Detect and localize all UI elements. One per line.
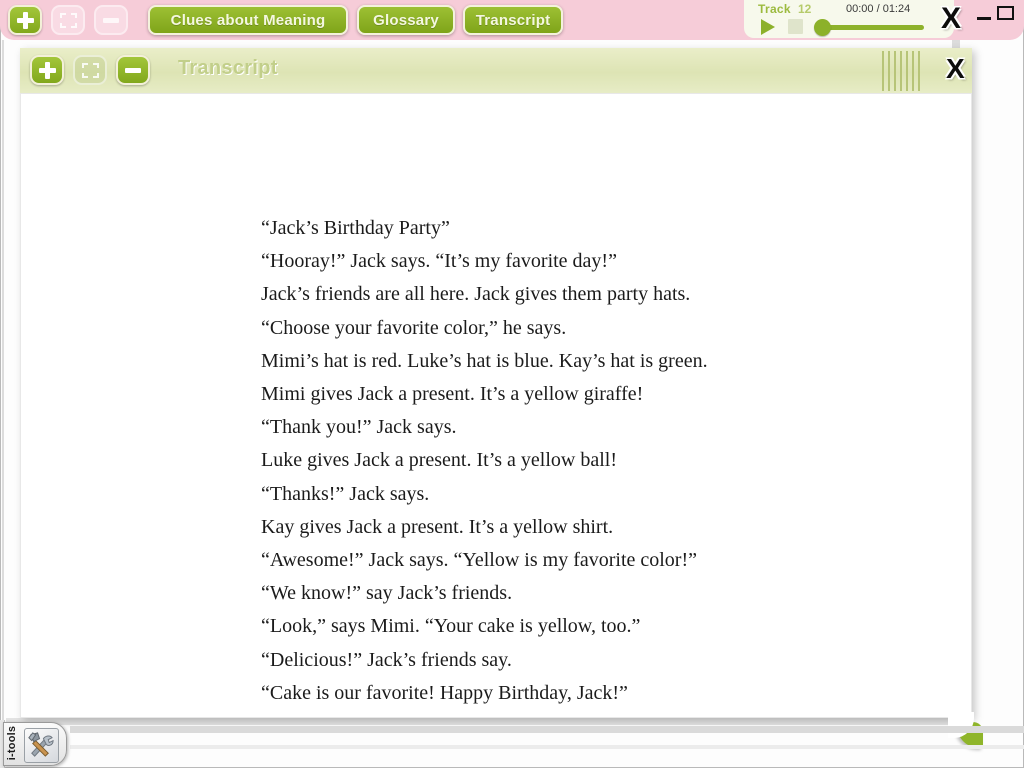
zoom-out-button[interactable] <box>94 5 128 35</box>
transcript-line: “Jack’s Birthday Party” <box>261 217 450 239</box>
transcript-line: “Hooray!” Jack says. “It’s my favorite d… <box>261 250 617 273</box>
seek-bar[interactable] <box>820 25 924 30</box>
footer-bevel-lower <box>70 745 1024 749</box>
fullscreen-button[interactable] <box>51 5 85 35</box>
track-number: 12 <box>798 2 812 16</box>
minimize-button[interactable] <box>977 17 991 20</box>
transcript-line: Kay gives Jack a present. It’s a yellow … <box>261 515 614 538</box>
transcript-line: “Look,” says Mimi. “Your cake is yellow,… <box>261 615 641 638</box>
close-button[interactable]: X <box>941 2 961 36</box>
itools-button[interactable]: i-tools <box>3 722 67 766</box>
transcript-window: Transcript X “Jack’s Birthday Party” “Ho… <box>20 48 972 718</box>
audio-player: Track 12 00:00 / 01:24 <box>744 0 954 40</box>
transcript-close-button[interactable]: X <box>946 53 965 85</box>
time-display: 00:00 / 01:24 <box>846 3 911 15</box>
footer-bevel-upper <box>70 726 1024 733</box>
transcript-zoom-in-button[interactable] <box>30 55 64 85</box>
transcript-line: Jack’s friends are all here. Jack gives … <box>261 283 691 306</box>
transcript-text: “Jack’s Birthday Party” “Hooray!” Jack s… <box>261 212 861 710</box>
zoom-in-button[interactable] <box>8 5 42 35</box>
left-rail <box>2 40 4 730</box>
transcript-line: Mimi’s hat is red. Luke’s hat is blue. K… <box>261 349 708 372</box>
top-toolbar: Clues about Meaning Glossary Transcript … <box>0 0 1024 40</box>
inner-window-shadow-bottom <box>6 718 960 725</box>
transcript-line: “We know!” say Jack’s friends. <box>261 582 513 605</box>
transcript-line: “Delicious!” Jack’s friends say. <box>261 648 512 671</box>
nav-button-label: Clues about Meaning <box>170 11 326 29</box>
transcript-line: “Thank you!” Jack says. <box>261 416 457 439</box>
fullscreen-icon <box>59 12 77 28</box>
transcript-window-title: Transcript <box>178 57 278 79</box>
play-icon[interactable] <box>761 19 775 35</box>
transcript-line: “Cake is our favorite! Happy Birthday, J… <box>261 681 628 704</box>
transcript-line: Mimi gives Jack a present. It’s a yellow… <box>261 383 644 406</box>
nav-button-glossary[interactable]: Glossary <box>357 5 455 35</box>
transcript-zoom-out-button[interactable] <box>116 55 150 85</box>
hammer-wrench-icon <box>24 728 59 763</box>
transcript-window-body: “Jack’s Birthday Party” “Hooray!” Jack s… <box>20 93 972 718</box>
transcript-line: “Choose your favorite color,” he says. <box>261 316 567 339</box>
transcript-window-header: Transcript X <box>20 48 972 93</box>
nav-button-transcript[interactable]: Transcript <box>463 5 563 35</box>
track-label: Track <box>758 2 791 16</box>
transcript-line: “Awesome!” Jack says. “Yellow is my favo… <box>261 549 698 572</box>
maximize-button[interactable] <box>997 6 1014 20</box>
stop-icon[interactable] <box>788 19 803 34</box>
transcript-line: Luke gives Jack a present. It’s a yellow… <box>261 449 617 472</box>
application-window: Clues about Meaning Glossary Transcript … <box>0 0 1024 768</box>
seek-handle[interactable] <box>814 19 831 36</box>
nav-button-label: Transcript <box>475 11 551 29</box>
transcript-fullscreen-button[interactable] <box>73 55 107 85</box>
transcript-line: “Thanks!” Jack says. <box>261 482 430 505</box>
fullscreen-icon <box>81 62 99 78</box>
itools-label: i-tools <box>6 725 18 761</box>
nav-button-label: Glossary <box>373 11 439 29</box>
nav-button-clues-about-meaning[interactable]: Clues about Meaning <box>148 5 348 35</box>
window-grip-handle[interactable] <box>882 51 924 91</box>
